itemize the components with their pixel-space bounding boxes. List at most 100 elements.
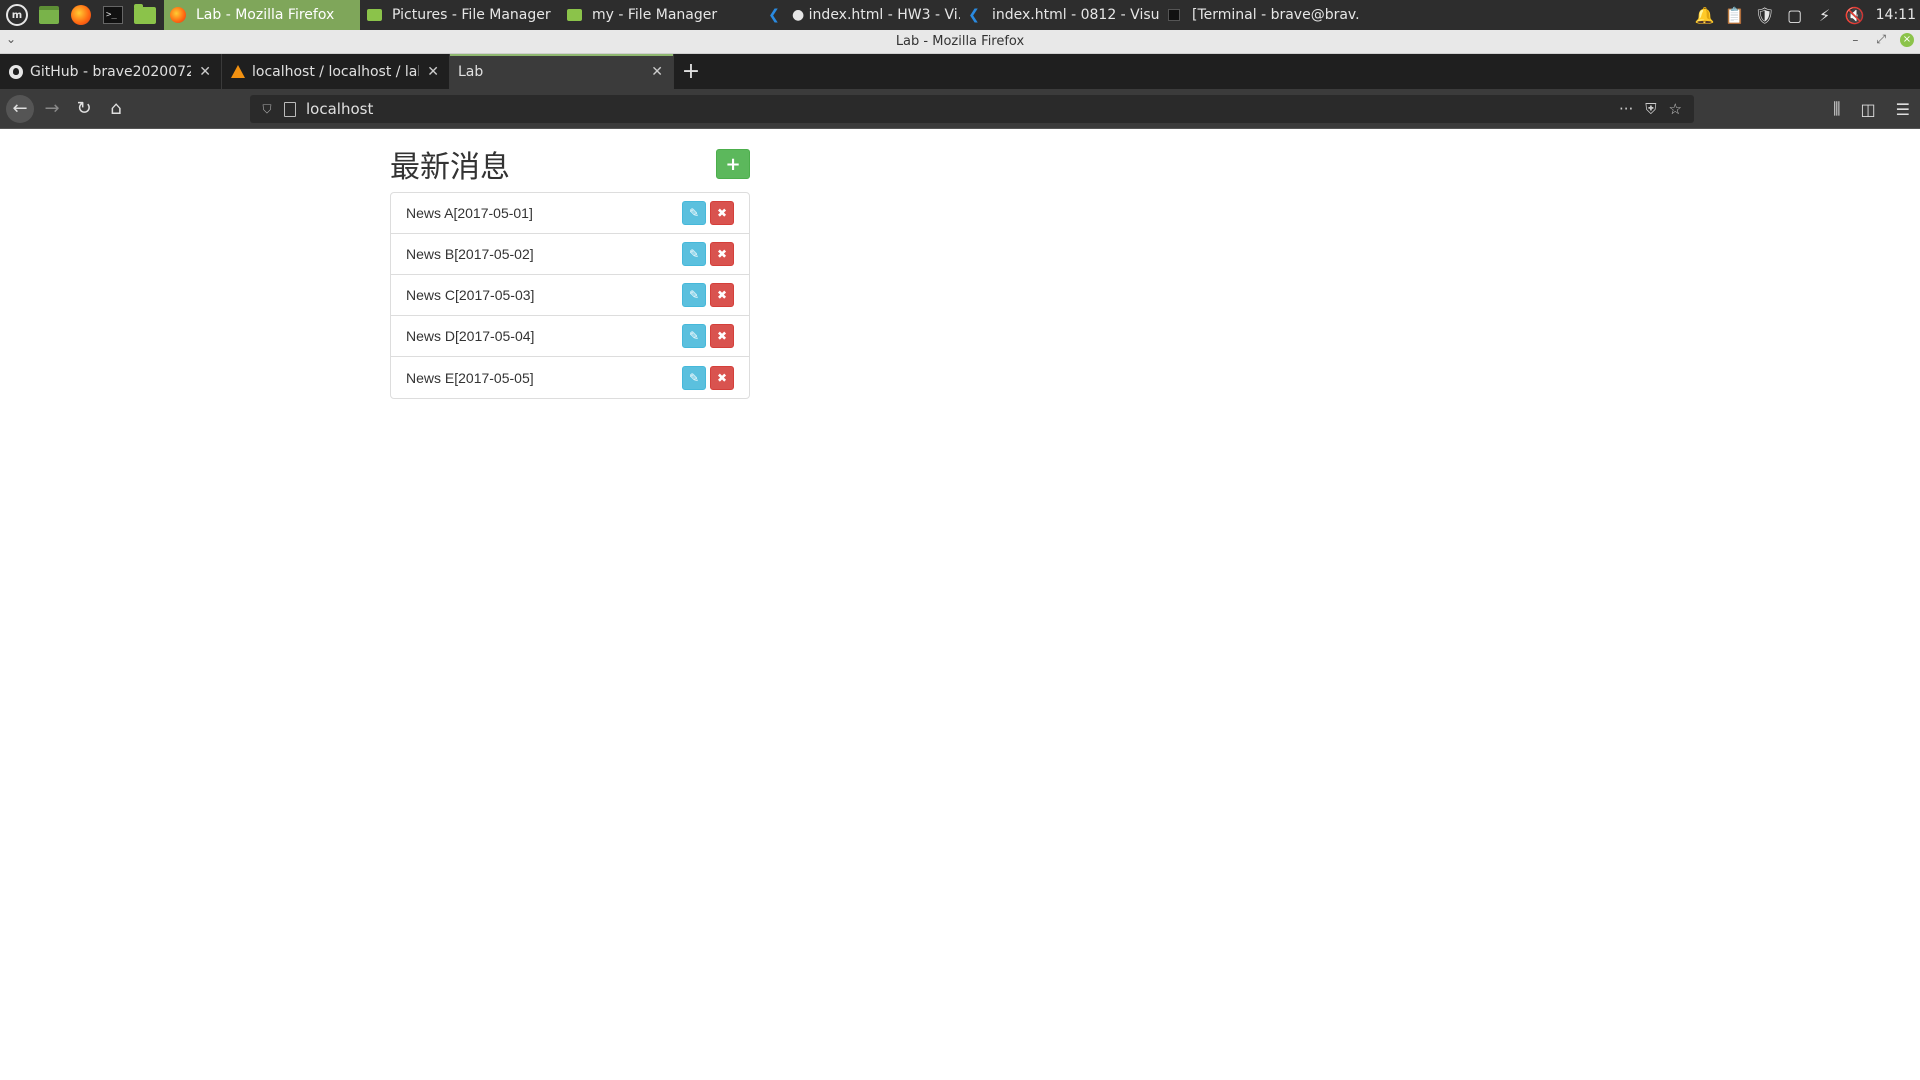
tracking-protection-shield-icon[interactable]: ⛉ [260,101,274,117]
files-launcher[interactable] [132,2,158,28]
task-list: Lab - Mozilla Firefox Pictures - File Ma… [164,0,1686,30]
tab-lab[interactable]: Lab ✕ [450,54,674,89]
toolbar-right: ⫼ ◫ ☰ [1823,89,1920,129]
page-content: 最新消息 + News A[2017-05-01] ✎ ✖ News B[201… [0,130,1920,1080]
task-label: Pictures - File Manager [392,7,551,23]
clock[interactable]: 14:11 [1876,7,1916,23]
heading-row: 最新消息 + [390,130,750,188]
terminal-icon [1166,7,1182,23]
close-tab-icon[interactable]: ✕ [199,64,211,80]
notifications-bell-icon[interactable]: 🔔 [1694,4,1716,26]
sidebar-icon[interactable]: ◫ [1861,100,1876,119]
firefox-launcher[interactable] [68,2,94,28]
desktop-panel: m >_ Lab - Mozilla Firefox Pictures - Fi… [0,0,1920,30]
window-controls: – ⤢ × [1834,32,1914,47]
delete-button[interactable]: ✖ [710,201,734,225]
news-text: News E[2017-05-05] [406,369,534,386]
item-actions: ✎ ✖ [678,242,734,266]
url-text[interactable]: localhost [306,100,1619,118]
power-icon[interactable]: ⚡ [1814,4,1836,26]
close-tab-icon[interactable]: ✕ [427,64,439,80]
update-shield-icon[interactable]: 🛡 [1754,4,1776,26]
list-item: News B[2017-05-02] ✎ ✖ [391,234,749,275]
phpmyadmin-icon [230,64,246,80]
forward-button[interactable]: → [38,95,66,123]
terminal-launcher[interactable]: >_ [100,2,126,28]
new-tab-button[interactable]: + [674,54,708,89]
bookmark-star-icon[interactable]: ☆ [1669,100,1682,118]
task-terminal[interactable]: [Terminal - brave@brav... [1160,0,1360,30]
task-firefox[interactable]: Lab - Mozilla Firefox [164,0,360,30]
reload-button[interactable]: ↻ [70,95,98,123]
desktop-icon [39,6,59,24]
home-icon: ⌂ [110,98,122,119]
delete-button[interactable]: ✖ [710,242,734,266]
item-actions: ✎ ✖ [678,283,734,307]
close-icon: ✖ [716,370,728,385]
edit-button[interactable]: ✎ [682,242,706,266]
pencil-icon: ✎ [688,370,700,385]
task-vscode-0812[interactable]: ❮ index.html - 0812 - Visu... [960,0,1160,30]
news-text: News C[2017-05-03] [406,287,535,303]
task-vscode-hw3[interactable]: ❮ ● index.html - HW3 - Vi... [760,0,960,30]
home-button[interactable]: ⌂ [102,95,130,123]
item-actions: ✎ ✖ [678,201,734,225]
clipboard-icon[interactable]: 📋 [1724,4,1746,26]
news-container: 最新消息 + News A[2017-05-01] ✎ ✖ News B[201… [390,130,750,399]
url-bar[interactable]: ⛉ localhost ··· ⛨ ☆ [250,95,1694,123]
edit-button[interactable]: ✎ [682,365,706,390]
task-label: [Terminal - brave@brav... [1192,7,1360,23]
pocket-icon[interactable]: ⛨ [1645,100,1656,118]
pencil-icon: ✎ [688,288,700,302]
minimize-icon[interactable]: – [1852,33,1858,47]
item-actions: ✎ ✖ [678,365,734,390]
delete-button[interactable]: ✖ [710,283,734,307]
folder-icon [134,3,156,24]
window-icon[interactable]: ▢ [1784,4,1806,26]
edit-button[interactable]: ✎ [682,283,706,307]
show-desktop-button[interactable] [36,2,62,28]
window-menu-chevron-icon[interactable]: ⌄ [6,32,16,46]
browser-tab-strip: GitHub - brave20200727 ✕ localhost / loc… [0,54,1920,89]
close-tab-icon[interactable]: ✕ [651,64,663,80]
task-label: index.html - 0812 - Visu... [992,7,1160,23]
close-icon: ✖ [716,206,728,220]
arrow-right-icon: → [44,98,60,119]
list-item: News D[2017-05-04] ✎ ✖ [391,316,749,357]
task-my-file-manager[interactable]: my - File Manager [560,0,760,30]
item-actions: ✎ ✖ [678,324,734,348]
list-item: News E[2017-05-05] ✎ ✖ [391,357,749,398]
news-text: News A[2017-05-01] [406,205,533,221]
back-button[interactable]: ← [6,94,34,123]
arrow-left-icon: ← [12,98,28,119]
edit-button[interactable]: ✎ [682,324,706,348]
task-label: ● index.html - HW3 - Vi... [792,7,960,23]
page-info-icon[interactable] [284,101,296,117]
edit-button[interactable]: ✎ [682,201,706,225]
task-label: Lab - Mozilla Firefox [196,7,335,23]
vscode-icon: ❮ [768,7,780,23]
delete-button[interactable]: ✖ [710,365,734,390]
tab-phpmyadmin[interactable]: localhost / localhost / lab ✕ [222,54,450,89]
task-pictures-file-manager[interactable]: Pictures - File Manager [360,0,560,30]
list-item: News C[2017-05-03] ✎ ✖ [391,275,749,316]
reload-icon: ↻ [76,98,92,119]
hamburger-menu-icon[interactable]: ☰ [1896,100,1910,119]
pencil-icon: ✎ [688,247,700,261]
maximize-icon[interactable]: ⤢ [1876,32,1886,47]
menu-button[interactable]: m [4,2,30,28]
launcher: m >_ [0,0,164,30]
tab-label: Lab [458,63,484,80]
volume-muted-icon[interactable]: 🔇 [1844,4,1866,26]
plus-icon: + [681,59,701,84]
terminal-icon: >_ [103,6,123,24]
window-title: Lab - Mozilla Firefox [895,34,1025,49]
delete-button[interactable]: ✖ [710,324,734,348]
library-icon[interactable]: ⫼ [1833,99,1840,119]
add-news-button[interactable]: + [716,149,750,179]
tab-github[interactable]: GitHub - brave20200727 ✕ [0,54,222,89]
file-manager-icon [366,7,382,23]
close-window-icon[interactable]: × [1900,32,1914,47]
page-actions-menu-icon[interactable]: ··· [1619,100,1633,118]
tab-label: localhost / localhost / lab [252,63,420,80]
